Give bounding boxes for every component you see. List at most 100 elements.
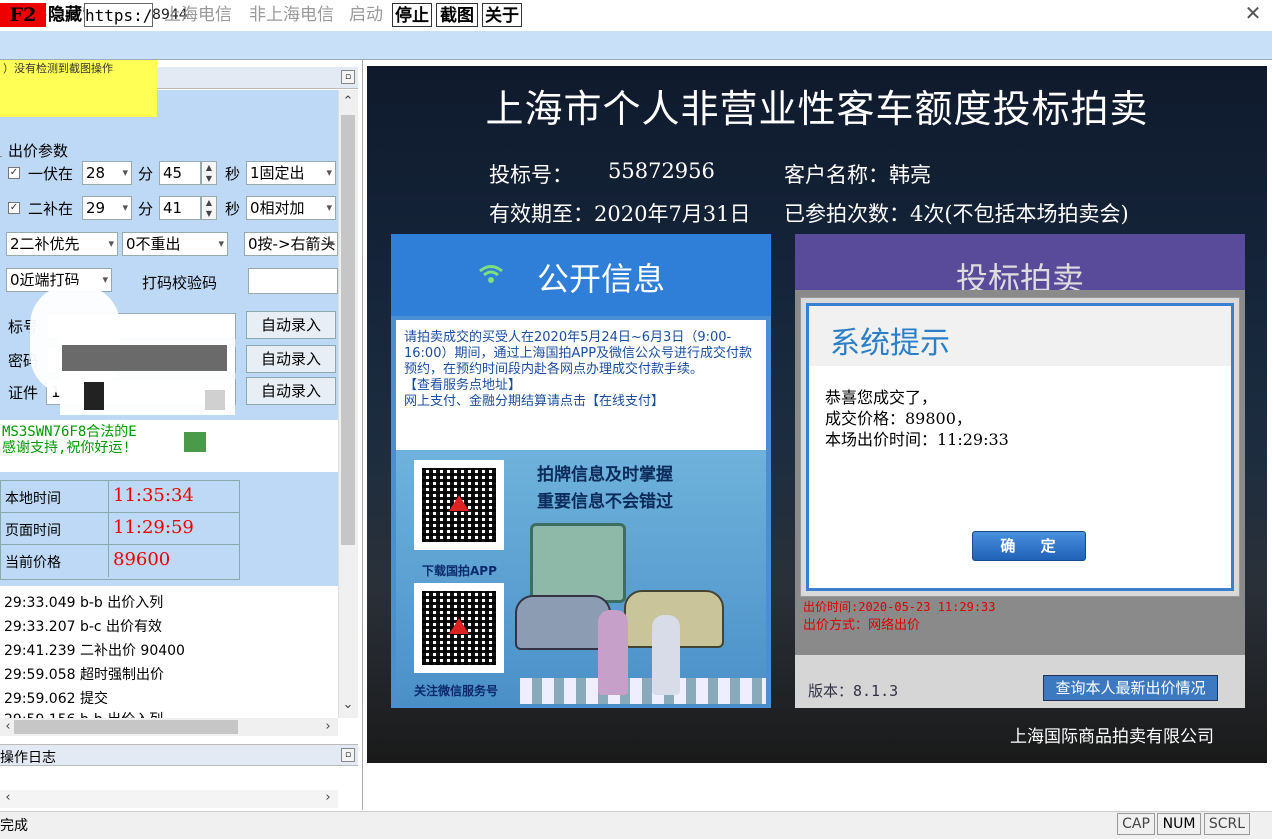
scroll-indicator: SCRL: [1204, 813, 1250, 835]
repeat-select[interactable]: 0不重出: [122, 232, 228, 256]
pin-icon[interactable]: ▫: [341, 748, 355, 762]
pin-icon[interactable]: ▫: [341, 70, 355, 84]
status-text: 完成: [0, 818, 28, 834]
redaction-mask: [184, 432, 206, 452]
round2-label: 二补在: [28, 200, 74, 218]
bid-time-text: 出价时间:2020-05-23 11:29:33: [803, 600, 996, 614]
second-label: 秒: [225, 200, 241, 218]
scrollbar-thumb[interactable]: [14, 720, 238, 734]
bid-method-text: 出价方式：网络出价: [803, 618, 921, 633]
valid-until: 有效期至：2020年7月31日: [489, 202, 751, 226]
list-item: 29:41.239 二补出价 90400: [4, 643, 185, 659]
spinner-icon[interactable]: ▲ ▼: [201, 161, 217, 185]
round2-mode-select[interactable]: 0相对加: [246, 196, 336, 220]
dialog-title: 系统提示: [830, 326, 950, 361]
scroll-left-icon[interactable]: ‹: [0, 790, 16, 805]
scrollbar-thumb[interactable]: [341, 115, 355, 545]
current-price-value: 89600: [113, 549, 171, 570]
qr-label-app: 下载国拍APP: [422, 564, 497, 578]
scroll-right-icon[interactable]: ›: [320, 790, 336, 805]
promo-line-2: 重要信息不会错过: [537, 492, 673, 512]
local-time-label: 本地时间: [5, 491, 61, 507]
service-address-link[interactable]: 【查看服务点地址】: [404, 378, 521, 393]
auto-fill-id-button[interactable]: 自动录入: [246, 377, 336, 405]
redaction-mask: [62, 345, 227, 371]
round1-mode-select[interactable]: 1固定出: [246, 161, 336, 185]
page-title: 上海市个人非营业性客车额度投标拍卖: [485, 87, 1149, 131]
bid-number-value: 55872956: [608, 159, 715, 183]
checkbox-round1[interactable]: ✓: [8, 167, 20, 179]
spinner-icon[interactable]: ▲ ▼: [201, 196, 217, 220]
redaction-mask: [84, 382, 104, 410]
payment-notice: 请拍卖成交的买受人在2020年5月24日~6月3日（9:00-16:00）期间，…: [404, 330, 753, 377]
bus-illustration: [530, 523, 626, 603]
screenshot-button[interactable]: 截图: [436, 3, 478, 27]
bid-number-label: 投标号：: [489, 163, 573, 187]
second-label: 秒: [225, 165, 241, 183]
auto-fill-password-button[interactable]: 自动录入: [246, 345, 336, 373]
minute-label: 分: [138, 165, 154, 183]
minute-label: 分: [138, 200, 154, 218]
status-bar: [0, 811, 1272, 839]
list-item: 29:59.058 超时强制出价: [4, 667, 164, 683]
start-button[interactable]: 启动: [346, 3, 386, 27]
local-time-value: 11:35:34: [113, 485, 194, 506]
public-info-text: 请拍卖成交的买受人在2020年5月24日~6月3日（9:00-16:00）期间，…: [396, 320, 766, 450]
scroll-right-icon[interactable]: ›: [320, 719, 336, 734]
app-qr-code: [414, 460, 504, 550]
online-payment-link[interactable]: 网上支付、金融分期结算请点击【在线支付】: [404, 394, 664, 409]
toolbar: [0, 31, 1272, 60]
non-shanghai-telecom-button[interactable]: 非上海电信: [243, 3, 340, 27]
captcha-label: 打码校验码: [142, 274, 218, 292]
list-item: 29:59.062 提交: [4, 691, 108, 707]
promo-line-1: 拍牌信息及时掌握: [537, 465, 673, 485]
confirm-button[interactable]: 确 定: [972, 531, 1086, 561]
caps-indicator: CAP: [1117, 813, 1155, 835]
list-item: 29:33.207 b-c 出价有效: [4, 619, 163, 635]
num-indicator: NUM: [1157, 813, 1201, 835]
bid-params-label: 出价参数: [8, 142, 69, 160]
crosswalk-illustration: [520, 678, 766, 704]
qr-label-wechat: 关注微信服务号: [414, 684, 499, 698]
time-table: 本地时间 11:35:34 页面时间 11:29:59 当前价格 89600: [0, 480, 240, 580]
about-button[interactable]: 关于: [482, 3, 522, 27]
priority-select[interactable]: 2二补优先: [6, 232, 118, 256]
auto-fill-bidno-button[interactable]: 自动录入: [246, 311, 336, 339]
round1-label: 一伏在: [28, 165, 74, 183]
url-input[interactable]: https:/: [84, 3, 153, 27]
shanghai-telecom-button[interactable]: 上海电信: [157, 3, 239, 27]
client-name: 客户名称：韩亮: [784, 163, 931, 187]
close-icon[interactable]: ✕: [1240, 0, 1266, 26]
log-title: 操作日志: [0, 750, 56, 766]
company-name: 上海国际商品拍卖有限公司: [1010, 727, 1214, 747]
redaction-mask: [205, 390, 225, 410]
pedestrian-illustration: [598, 610, 628, 695]
current-price-label: 当前价格: [5, 555, 61, 571]
scroll-left-icon[interactable]: ‹: [0, 719, 16, 734]
id-label: 证件: [8, 384, 39, 402]
page-time-label: 页面时间: [5, 523, 61, 539]
checkbox-round2[interactable]: ✓: [8, 202, 20, 214]
round2-second-input[interactable]: 41: [159, 196, 201, 220]
key-select[interactable]: 0按->右箭头: [244, 232, 338, 256]
captcha-input[interactable]: [248, 268, 338, 294]
pedestrian-illustration: [652, 615, 680, 695]
greeting-line: 感谢支持,祝你好运!: [2, 440, 131, 456]
round2-minute-select[interactable]: 29: [82, 196, 132, 220]
query-latest-bid-button[interactable]: 查询本人最新出价情况: [1043, 675, 1218, 701]
stop-button[interactable]: 停止: [392, 3, 432, 27]
list-item: 29:33.049 b-b 出价入列: [4, 595, 164, 611]
scroll-up-icon[interactable]: ⌃: [340, 94, 356, 109]
f2-button[interactable]: F2: [0, 3, 46, 27]
attempts-count: 已参拍次数：4次(不包括本场拍卖会): [784, 202, 1129, 226]
round1-minute-select[interactable]: 28: [82, 161, 132, 185]
version-label: 版本：8.1.3: [808, 682, 899, 700]
list-item: 29:59.156 b-b 出价入列: [4, 709, 163, 718]
round1-second-input[interactable]: 45: [159, 161, 201, 185]
screenshot-notice: ）没有检测到截图操作: [0, 60, 157, 117]
scroll-down-icon[interactable]: ⌄: [340, 697, 356, 712]
horizontal-scrollbar[interactable]: [0, 790, 338, 808]
car-illustration: [515, 595, 611, 650]
hide-button[interactable]: 隐藏: [47, 3, 83, 27]
public-info-title: 公开信息: [536, 260, 665, 298]
